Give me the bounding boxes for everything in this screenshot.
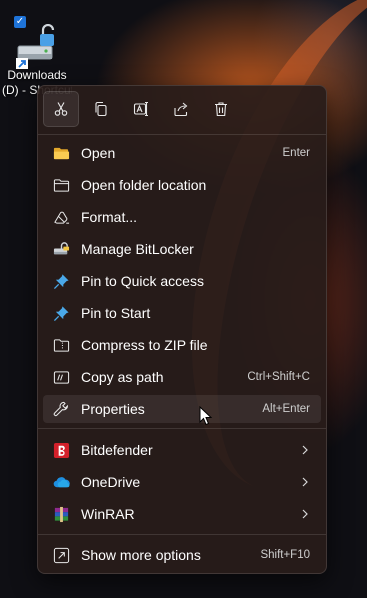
copy-icon <box>95 101 107 117</box>
menu-item-label: Open folder location <box>81 177 207 193</box>
folder-outline-icon <box>52 176 70 194</box>
format-icon <box>52 208 70 226</box>
menu-item-label: Pin to Quick access <box>81 273 204 289</box>
menu-item-compress-to-zip[interactable]: Compress to ZIP file <box>43 331 321 359</box>
menu-item-format[interactable]: Format... <box>43 203 321 231</box>
menu-item-label: Open <box>81 145 116 161</box>
mouse-cursor <box>199 406 213 426</box>
desktop-icon-label-line1: Downloads <box>7 68 67 82</box>
separator <box>38 534 326 535</box>
context-menu: Open Enter Open folder location Format..… <box>37 85 327 574</box>
menu-item-winrar[interactable]: WinRAR <box>43 500 321 528</box>
cut-button[interactable] <box>43 91 79 127</box>
context-menu-toolbar <box>43 91 239 129</box>
share-button[interactable] <box>163 91 199 127</box>
winrar-icon <box>52 505 70 523</box>
zip-folder-icon <box>52 336 70 354</box>
menu-item-label: WinRAR <box>81 506 135 522</box>
menu-item-bitdefender[interactable]: Bitdefender <box>43 436 321 464</box>
menu-item-label: Compress to ZIP file <box>81 337 208 353</box>
scissors-icon <box>54 102 68 116</box>
copy-path-icon <box>52 368 70 386</box>
menu-item-copy-as-path[interactable]: Copy as path Ctrl+Shift+C <box>43 363 321 391</box>
menu-item-open-folder-location[interactable]: Open folder location <box>43 171 321 199</box>
separator <box>38 428 326 429</box>
menu-item-label: Pin to Start <box>81 305 151 321</box>
menu-item-show-more-options[interactable]: Show more options Shift+F10 <box>43 541 321 569</box>
menu-item-label: Show more options <box>81 547 201 563</box>
show-more-icon <box>52 546 70 564</box>
desktop-shortcut-downloads[interactable]: ✓ Downloads (D) - Shortcut <box>2 12 72 97</box>
menu-item-label: Bitdefender <box>81 442 153 458</box>
separator <box>38 134 326 135</box>
menu-item-manage-bitlocker[interactable]: Manage BitLocker <box>43 235 321 263</box>
menu-item-onedrive[interactable]: OneDrive <box>43 468 321 496</box>
menu-item-label: Properties <box>81 401 145 417</box>
chevron-right-icon <box>299 508 311 520</box>
rename-icon <box>133 101 148 117</box>
pin-icon <box>52 272 70 290</box>
menu-item-shortcut: Alt+Enter <box>262 403 310 415</box>
menu-item-label: OneDrive <box>81 474 141 490</box>
delete-button[interactable] <box>203 91 239 127</box>
copy-button[interactable] <box>83 91 119 127</box>
drive-shortcut-icon <box>16 24 55 69</box>
menu-item-label: Manage BitLocker <box>81 241 194 257</box>
chevron-right-icon <box>299 444 311 456</box>
menu-item-label: Format... <box>81 209 138 225</box>
trash-icon <box>215 102 227 117</box>
bitlocker-key-icon <box>52 240 70 258</box>
share-icon <box>174 102 188 117</box>
menu-item-shortcut: Shift+F10 <box>260 549 310 561</box>
menu-item-pin-to-start[interactable]: Pin to Start <box>43 299 321 327</box>
folder-open-icon <box>52 144 70 162</box>
menu-item-label: Copy as path <box>81 369 164 385</box>
wrench-icon <box>52 400 70 418</box>
chevron-right-icon <box>299 476 311 488</box>
onedrive-cloud-icon <box>52 473 70 491</box>
menu-item-properties[interactable]: Properties Alt+Enter <box>43 395 321 423</box>
rename-button[interactable] <box>123 91 159 127</box>
pin-icon <box>52 304 70 322</box>
menu-item-shortcut: Ctrl+Shift+C <box>247 371 310 383</box>
menu-item-open[interactable]: Open Enter <box>43 139 321 167</box>
bitdefender-icon <box>52 441 70 459</box>
menu-item-shortcut: Enter <box>282 147 311 159</box>
menu-item-pin-to-quick-access[interactable]: Pin to Quick access <box>43 267 321 295</box>
